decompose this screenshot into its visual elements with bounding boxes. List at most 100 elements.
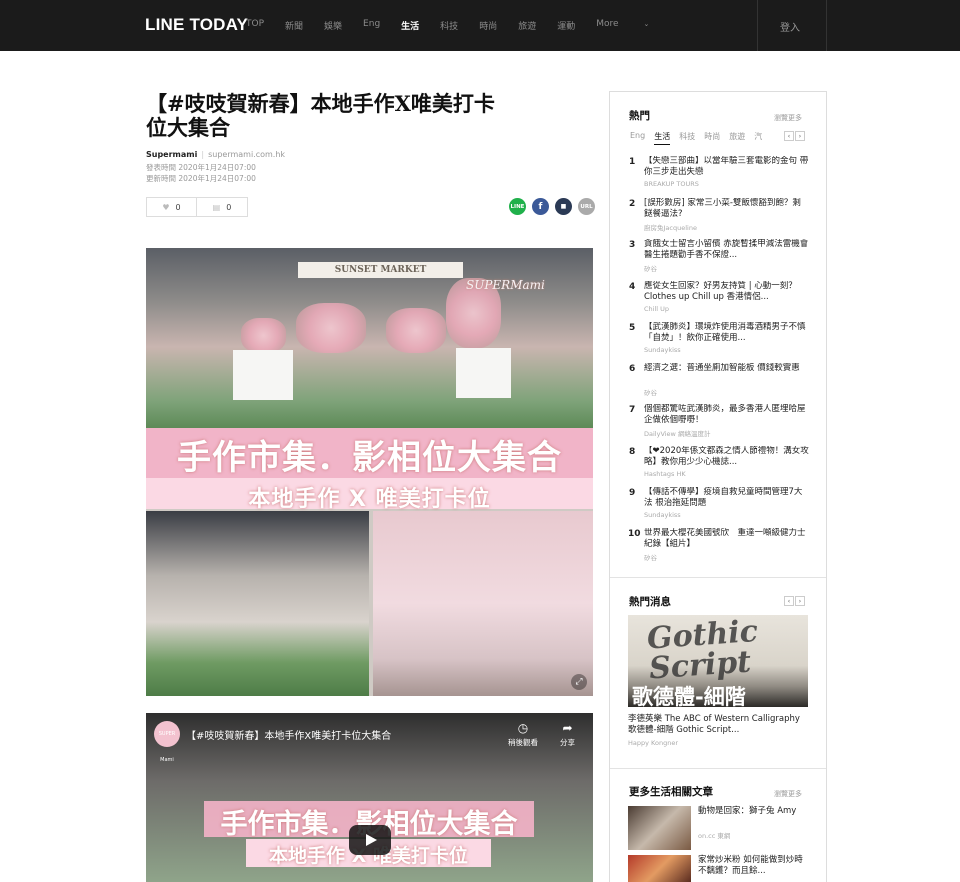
rank-number: 4 <box>629 282 636 292</box>
nav-item-fashion[interactable]: 時尚 <box>479 19 497 32</box>
rank-number: 5 <box>629 323 636 333</box>
tab-car[interactable]: 汽 <box>754 131 762 145</box>
tab-fashion[interactable]: 時尚 <box>704 131 720 145</box>
expand-icon[interactable]: ⤢ <box>571 674 587 690</box>
chevron-down-icon: ⌄ <box>643 20 650 28</box>
video-player[interactable]: SUPER Mami 【#吱吱賀新春】本地手作X唯美打卡位大集合 ◷ 稍後觀看 … <box>146 713 593 882</box>
watch-later-button[interactable]: ◷ 稍後觀看 <box>508 721 538 748</box>
like-count: 0 <box>175 202 181 212</box>
flower-decoration <box>386 308 446 353</box>
article-title-line2: 位大集合 <box>146 115 230 140</box>
list-item-source: DailyView 網絡溫度計 <box>644 430 711 438</box>
like-button[interactable]: ♥ 0 <box>146 197 197 217</box>
hot-news-caption[interactable]: 李德英樂 The ABC of Western Calligraphy 歌德體-… <box>628 714 810 736</box>
video-share-button[interactable]: ➦ 分享 <box>560 721 575 748</box>
publisher-url[interactable]: supermami.com.hk <box>208 150 285 159</box>
hot-news-arrows: ‹ › <box>784 596 805 606</box>
tab-travel[interactable]: 旅遊 <box>729 131 745 145</box>
clock-icon: ◷ <box>517 721 529 735</box>
visitors-photo <box>146 511 369 696</box>
flower-decoration <box>241 318 286 353</box>
hot-category-tabs: Eng 生活 科技 時尚 旅遊 汽 <box>630 131 762 145</box>
tab-eng[interactable]: Eng <box>630 131 645 145</box>
article-hero-image[interactable]: SUNSET MARKET SUPERMami 手作市集．影相位大集合 本地手作… <box>146 248 593 696</box>
rank-number: 9 <box>629 488 636 498</box>
chevron-left-icon[interactable]: ‹ <box>784 596 794 606</box>
nav-item-sports[interactable]: 運動 <box>557 19 575 32</box>
section-divider <box>610 577 826 578</box>
nav-item-travel[interactable]: 旅遊 <box>518 19 536 32</box>
nav-item-life[interactable]: 生活 <box>401 19 419 32</box>
rabbit-thumbnail <box>628 806 691 850</box>
list-item-source: 矽谷 <box>644 265 657 273</box>
comment-count: 0 <box>226 202 232 212</box>
top-navigation-bar: LINE TODAY TOP 新聞 娛樂 Eng 生活 科技 時尚 旅遊 運動 … <box>0 0 960 51</box>
list-item-source: BREAKUP TOURS <box>644 180 699 188</box>
list-item-source: Chill Up <box>644 305 670 313</box>
video-share-label: 分享 <box>560 738 575 747</box>
nav-item-tech[interactable]: 科技 <box>440 19 458 32</box>
related-article-title: 動物是回家：獅子兔 Amy <box>698 806 797 816</box>
display-stand <box>456 348 511 398</box>
bookmark-icon[interactable]: ■ <box>555 198 572 215</box>
display-stand <box>233 350 293 400</box>
rank-number: 7 <box>629 405 636 415</box>
list-item-title: 貪餓女士留言小留儐 赤旋暫揉甲減法雷機會 醫生捲題勸手香不保證... <box>644 239 809 260</box>
tab-life[interactable]: 生活 <box>654 131 671 145</box>
stall-sign: SUNSET MARKET <box>298 262 463 278</box>
copy-url-icon[interactable]: URL <box>578 198 595 215</box>
list-item-title: 應從女生回家？好男友持質 | 心動一刻？Clothes up Chill up … <box>644 281 797 302</box>
more-articles-title: 更多生活相關文章 <box>629 786 713 798</box>
watch-later-label: 稍後觀看 <box>508 738 538 747</box>
flower-wall-photo <box>373 511 593 696</box>
list-item-source: 矽谷 <box>644 389 657 397</box>
share-buttons: LINE f ■ URL <box>509 198 595 215</box>
comment-button[interactable]: ▤ 0 <box>197 197 248 217</box>
share-arrow-icon: ➦ <box>562 721 573 735</box>
list-item-title: 【傳話不傳學】疫境自救兒童時間管理7大法 根治拖延問題 <box>644 487 803 508</box>
hero-headline: 手作市集．影相位大集合 <box>177 438 562 478</box>
category-nav: TOP 新聞 娛樂 Eng 生活 科技 時尚 旅遊 運動 More ⌄ <box>246 19 691 32</box>
play-button[interactable] <box>349 825 391 855</box>
divider <box>826 0 827 51</box>
related-article-title: 家常炒米粉 如何能做到炒時不黐鑊？而且餘... <box>698 855 803 876</box>
facebook-share-icon[interactable]: f <box>532 198 549 215</box>
nav-item-top[interactable]: TOP <box>246 19 264 32</box>
chevron-right-icon[interactable]: › <box>795 131 805 141</box>
hot-news-image[interactable]: Gothic Script 歌德體-細階 <box>628 615 808 707</box>
updated-time: 更新時間 2020年1月24日07:00 <box>146 174 256 183</box>
rank-number: 2 <box>629 199 636 209</box>
chevron-right-icon[interactable]: › <box>795 596 805 606</box>
noodle-thumbnail <box>628 855 691 882</box>
rank-number: 10 <box>628 529 641 539</box>
nav-more-menu[interactable]: More ⌄ <box>596 19 670 32</box>
chevron-left-icon[interactable]: ‹ <box>784 131 794 141</box>
hot-news-title: 熱門消息 <box>629 596 671 608</box>
reaction-bar: ♥ 0 ▤ 0 <box>146 197 248 217</box>
nav-item-entertainment[interactable]: 娛樂 <box>324 19 342 32</box>
nav-item-eng[interactable]: Eng <box>363 19 380 32</box>
gothic-script-text: Gothic Script <box>645 615 760 687</box>
hot-news-source: Happy Kongner <box>628 739 678 747</box>
article-title: 【#吱吱賀新春】本地手作X唯美打卡 位大集合 <box>146 92 556 140</box>
line-today-logo[interactable]: LINE TODAY <box>145 15 248 35</box>
line-share-icon[interactable]: LINE <box>509 198 526 215</box>
supermami-watermark: SUPERMami <box>466 278 545 292</box>
tab-tech[interactable]: 科技 <box>679 131 695 145</box>
login-button[interactable]: 登入 <box>780 19 800 34</box>
nav-item-news[interactable]: 新聞 <box>285 19 303 32</box>
publisher-name[interactable]: Supermami <box>146 150 197 159</box>
article-source: Supermami | supermami.com.hk <box>146 150 286 159</box>
channel-avatar[interactable]: SUPER Mami <box>154 721 180 763</box>
video-title[interactable]: 【#吱吱賀新春】本地手作X唯美打卡位大集合 <box>186 727 391 742</box>
list-item-title: 【武漢肺炎】環境炸使用消毒酒精男子不慎「自焚」！飲你正確使用... <box>644 322 806 343</box>
heart-icon: ♥ <box>162 202 170 212</box>
hot-more-link[interactable]: 瀏覽更多 <box>774 113 802 123</box>
list-item-source: Sundaykiss <box>644 511 681 519</box>
more-articles-link[interactable]: 瀏覽更多 <box>774 789 802 799</box>
list-item-source: 矽谷 <box>644 554 657 562</box>
article-title-line1: 【#吱吱賀新春】本地手作X唯美打卡 <box>146 91 495 116</box>
related-article-source: on.cc 東網 <box>698 832 731 840</box>
list-item-title: 經濟之選：普通坐廁加智能板 價錢較實惠 <box>644 363 800 373</box>
list-item-title: 世界最大櫻花美國號欣 重達一噸級健力士紀錄【組片】 <box>644 528 806 549</box>
